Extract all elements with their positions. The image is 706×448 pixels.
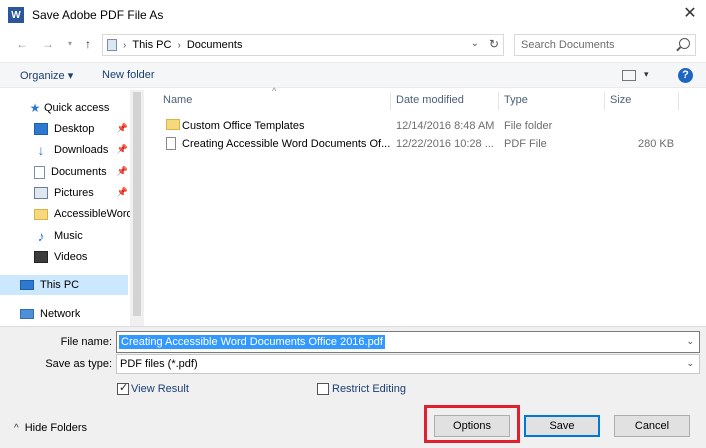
pin-icon: 📌 bbox=[116, 144, 128, 154]
address-dropdown-icon[interactable]: ⌄ bbox=[471, 38, 479, 49]
hide-folders-label: Hide Folders bbox=[24, 422, 88, 434]
download-arrow-icon: ↓ bbox=[37, 142, 45, 158]
window-title: Save Adobe PDF File As bbox=[32, 8, 164, 22]
back-arrow-icon[interactable]: ← bbox=[14, 36, 30, 52]
save-button[interactable]: Save bbox=[524, 415, 600, 437]
column-divider[interactable] bbox=[390, 92, 391, 110]
view-options-chevron-icon[interactable]: ▾ bbox=[644, 69, 649, 80]
column-divider[interactable] bbox=[498, 92, 499, 110]
help-icon[interactable]: ? bbox=[678, 68, 693, 83]
file-size: 280 KB bbox=[638, 138, 675, 150]
options-highlight-annotation bbox=[424, 405, 520, 443]
chevron-down-icon[interactable]: ⌄ bbox=[686, 336, 694, 347]
save-options-area: File name: Creating Accessible Word Docu… bbox=[0, 326, 706, 448]
sidebar-item-quick-access[interactable]: ★ Quick access bbox=[28, 98, 136, 118]
close-icon[interactable]: ✕ bbox=[682, 6, 698, 22]
save-as-type-select[interactable]: PDF files (*.pdf) ⌄ bbox=[116, 354, 700, 374]
videos-icon bbox=[34, 251, 48, 263]
restrict-editing-checkbox[interactable] bbox=[317, 383, 329, 395]
file-name-value: Creating Accessible Word Documents Offic… bbox=[119, 335, 385, 349]
file-row[interactable]: Creating Accessible Word Documents Of...… bbox=[164, 136, 704, 154]
sidebar-item-this-pc[interactable]: This PC bbox=[0, 275, 128, 295]
breadcrumb-documents[interactable]: Documents bbox=[187, 39, 243, 51]
view-result-checkbox[interactable] bbox=[117, 381, 129, 395]
folder-icon bbox=[34, 208, 48, 220]
recent-locations-chevron-icon[interactable]: ▾ bbox=[62, 36, 78, 52]
chevron-down-icon[interactable]: ⌄ bbox=[686, 358, 694, 369]
navigation-bar: ← → ▾ ↑ › This PC › Documents ⌄ ↻ Search… bbox=[0, 32, 706, 58]
file-row[interactable]: Custom Office Templates 12/14/2016 8:48 … bbox=[164, 118, 704, 136]
file-list: ^ Name Date modified Type Size Custom Of… bbox=[150, 86, 706, 326]
folder-icon bbox=[166, 119, 180, 130]
file-name-label: File name: bbox=[60, 336, 112, 348]
scrollbar-thumb[interactable] bbox=[133, 92, 141, 316]
file-type: PDF File bbox=[504, 138, 547, 150]
music-note-icon: ♪ bbox=[37, 228, 45, 244]
file-name: Custom Office Templates bbox=[182, 120, 305, 132]
command-bar: Organize ▾ New folder ▾ ? bbox=[0, 62, 706, 88]
word-app-icon: W bbox=[8, 7, 24, 23]
file-name: Creating Accessible Word Documents Of... bbox=[182, 138, 391, 150]
pin-icon: 📌 bbox=[116, 166, 128, 176]
sidebar-scrollbar[interactable] bbox=[130, 90, 144, 326]
breadcrumb-separator-icon: › bbox=[177, 39, 181, 51]
change-view-icon[interactable] bbox=[622, 70, 636, 81]
column-header-type[interactable]: Type bbox=[504, 94, 528, 106]
sidebar-item-desktop[interactable]: Desktop 📌 bbox=[34, 119, 130, 139]
network-icon bbox=[20, 309, 34, 319]
save-as-type-value: PDF files (*.pdf) bbox=[120, 358, 198, 370]
view-result-label[interactable]: View Result bbox=[131, 383, 189, 395]
organize-button[interactable]: Organize ▾ bbox=[20, 69, 73, 82]
column-header-size[interactable]: Size bbox=[610, 94, 631, 106]
refresh-icon[interactable]: ↻ bbox=[489, 37, 499, 51]
search-placeholder: Search Documents bbox=[521, 39, 615, 51]
chevron-up-icon: ^ bbox=[14, 422, 19, 434]
address-bar[interactable]: › This PC › Documents ⌄ ↻ bbox=[102, 34, 504, 56]
hide-folders-button[interactable]: ^ Hide Folders bbox=[14, 422, 87, 434]
this-pc-small-icon bbox=[107, 39, 117, 51]
navigation-pane: ★ Quick access Desktop 📌 ↓ Downloads 📌 D… bbox=[0, 90, 144, 326]
file-date: 12/22/2016 10:28 ... bbox=[396, 138, 494, 150]
sidebar-item-accessibleword[interactable]: AccessibleWord bbox=[34, 204, 130, 224]
pin-icon: 📌 bbox=[116, 187, 128, 197]
column-header-name[interactable]: Name bbox=[163, 94, 192, 106]
cancel-button[interactable]: Cancel bbox=[614, 415, 690, 437]
pdf-file-icon bbox=[166, 137, 176, 150]
new-folder-button[interactable]: New folder bbox=[102, 69, 155, 81]
breadcrumb-this-pc[interactable]: This PC bbox=[132, 39, 171, 51]
desktop-icon bbox=[34, 123, 48, 135]
sidebar-item-downloads[interactable]: ↓ Downloads 📌 bbox=[34, 140, 130, 160]
sidebar-item-documents[interactable]: Documents 📌 bbox=[34, 162, 130, 182]
sidebar-item-network[interactable]: Network bbox=[20, 304, 128, 324]
file-date: 12/14/2016 8:48 AM bbox=[396, 120, 495, 132]
column-header-date-modified[interactable]: Date modified bbox=[396, 94, 464, 106]
pictures-icon bbox=[34, 187, 48, 199]
save-as-type-label: Save as type: bbox=[45, 358, 112, 370]
forward-arrow-icon[interactable]: → bbox=[40, 36, 56, 52]
restrict-editing-label[interactable]: Restrict Editing bbox=[332, 383, 406, 395]
title-bar: W Save Adobe PDF File As ✕ bbox=[0, 0, 706, 30]
up-arrow-icon[interactable]: ↑ bbox=[80, 36, 96, 52]
sort-ascending-icon: ^ bbox=[272, 86, 277, 96]
search-input[interactable]: Search Documents bbox=[514, 34, 696, 56]
pin-icon: 📌 bbox=[116, 123, 128, 133]
documents-icon bbox=[34, 165, 45, 179]
sidebar-item-videos[interactable]: Videos bbox=[34, 247, 130, 267]
breadcrumb-separator-icon: › bbox=[123, 39, 127, 51]
file-name-field[interactable]: Creating Accessible Word Documents Offic… bbox=[116, 331, 700, 353]
sidebar-item-pictures[interactable]: Pictures 📌 bbox=[34, 183, 130, 203]
computer-icon bbox=[20, 280, 34, 290]
column-divider[interactable] bbox=[604, 92, 605, 110]
search-icon[interactable] bbox=[679, 38, 690, 49]
star-icon: ★ bbox=[29, 101, 41, 115]
sidebar-item-music[interactable]: ♪ Music bbox=[34, 226, 130, 246]
file-type: File folder bbox=[504, 120, 553, 132]
column-divider[interactable] bbox=[678, 92, 679, 110]
